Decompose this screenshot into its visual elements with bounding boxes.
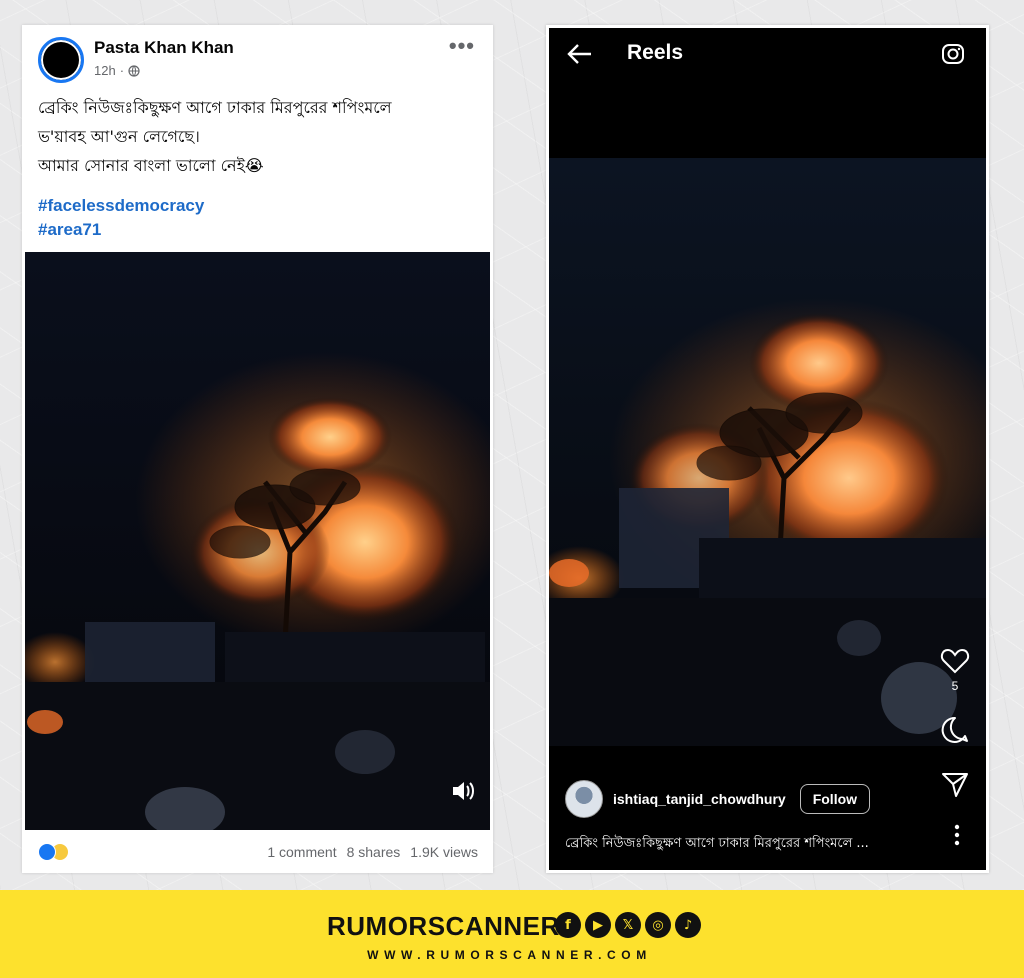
reel-header: Reels: [549, 28, 986, 80]
post-text-line: আমার সোনার বাংলা ভালো নেই😭: [38, 156, 264, 175]
reactions[interactable]: [38, 843, 69, 861]
social-icons: f ▶ 𝕏 ◎ ♪: [555, 912, 701, 938]
post-video[interactable]: [25, 252, 490, 830]
like-reaction-icon: [38, 843, 56, 861]
hashtags: #facelessdemocracy #area71: [38, 194, 204, 242]
back-arrow-icon[interactable]: [567, 42, 593, 66]
meta-separator: ·: [119, 63, 125, 78]
post-time[interactable]: 12h: [94, 63, 116, 78]
share-icon[interactable]: [940, 769, 970, 799]
facebook-icon[interactable]: f: [555, 912, 581, 938]
fire-video-frame: [25, 252, 490, 830]
rumorscanner-banner: RUMORSCANNER f ▶ 𝕏 ◎ ♪ WWW.RUMORSCANNER.…: [0, 890, 1024, 978]
heart-icon[interactable]: [940, 646, 970, 676]
post-stats: 1 comment 8 shares 1.9K views: [267, 844, 478, 860]
post-text-line: ব্রেকিং নিউজঃকিছুক্ষণ আগে ঢাকার মিরপুরের…: [38, 98, 392, 117]
post-meta: 12h ·: [94, 63, 140, 78]
instagram-icon[interactable]: ◎: [645, 912, 671, 938]
youtube-icon[interactable]: ▶: [585, 912, 611, 938]
comments-count[interactable]: 1 comment: [267, 844, 336, 860]
author-username[interactable]: ishtiaq_tanjid_chowdhury: [613, 791, 786, 807]
hashtag-link[interactable]: #area71: [38, 218, 204, 242]
reel-video[interactable]: [549, 158, 986, 746]
views-count: 1.9K views: [410, 844, 478, 860]
reels-title: Reels: [627, 41, 684, 64]
post-text-line: ভ'য়াবহ আ'গুন লেগেছে।: [38, 127, 200, 146]
comment-icon[interactable]: [940, 715, 970, 745]
instagram-reel-card: Reels 5 ishtiaq_tanjid_chowdhury Follow …: [546, 25, 989, 873]
brand-logo-text: RUMORSCANNER: [327, 911, 560, 941]
post-text: ব্রেকিং নিউজঃকিছুক্ষণ আগে ঢাকার মিরপুরের…: [38, 93, 478, 180]
follow-button[interactable]: Follow: [799, 784, 871, 814]
reel-caption[interactable]: ব্রেকিং নিউজঃকিছুক্ষণ আগে ঢাকার মিরপুরের…: [565, 834, 925, 855]
volume-icon[interactable]: [450, 778, 476, 804]
more-vertical-icon[interactable]: [954, 824, 960, 846]
tiktok-icon[interactable]: ♪: [675, 912, 701, 938]
author-avatar[interactable]: [38, 37, 84, 83]
camera-icon[interactable]: [940, 41, 966, 67]
hashtag-link[interactable]: #facelessdemocracy: [38, 194, 204, 218]
likes-count: 5: [951, 679, 959, 693]
x-icon[interactable]: 𝕏: [615, 912, 641, 938]
reel-actions: 5: [938, 646, 972, 799]
website-url[interactable]: WWW.RUMORSCANNER.COM: [327, 948, 692, 962]
ellipsis-icon[interactable]: •••: [449, 33, 475, 59]
shares-count[interactable]: 8 shares: [347, 844, 401, 860]
author-name[interactable]: Pasta Khan Khan: [94, 38, 234, 58]
globe-icon: [128, 64, 140, 77]
facebook-post-card: Pasta Khan Khan 12h · ••• ব্রেকিং নিউজঃক…: [22, 25, 493, 873]
post-footer: 1 comment 8 shares 1.9K views: [38, 840, 478, 864]
fire-video-frame: [549, 158, 986, 746]
author-avatar[interactable]: [565, 780, 603, 818]
reel-author: ishtiaq_tanjid_chowdhury Follow: [565, 780, 871, 818]
